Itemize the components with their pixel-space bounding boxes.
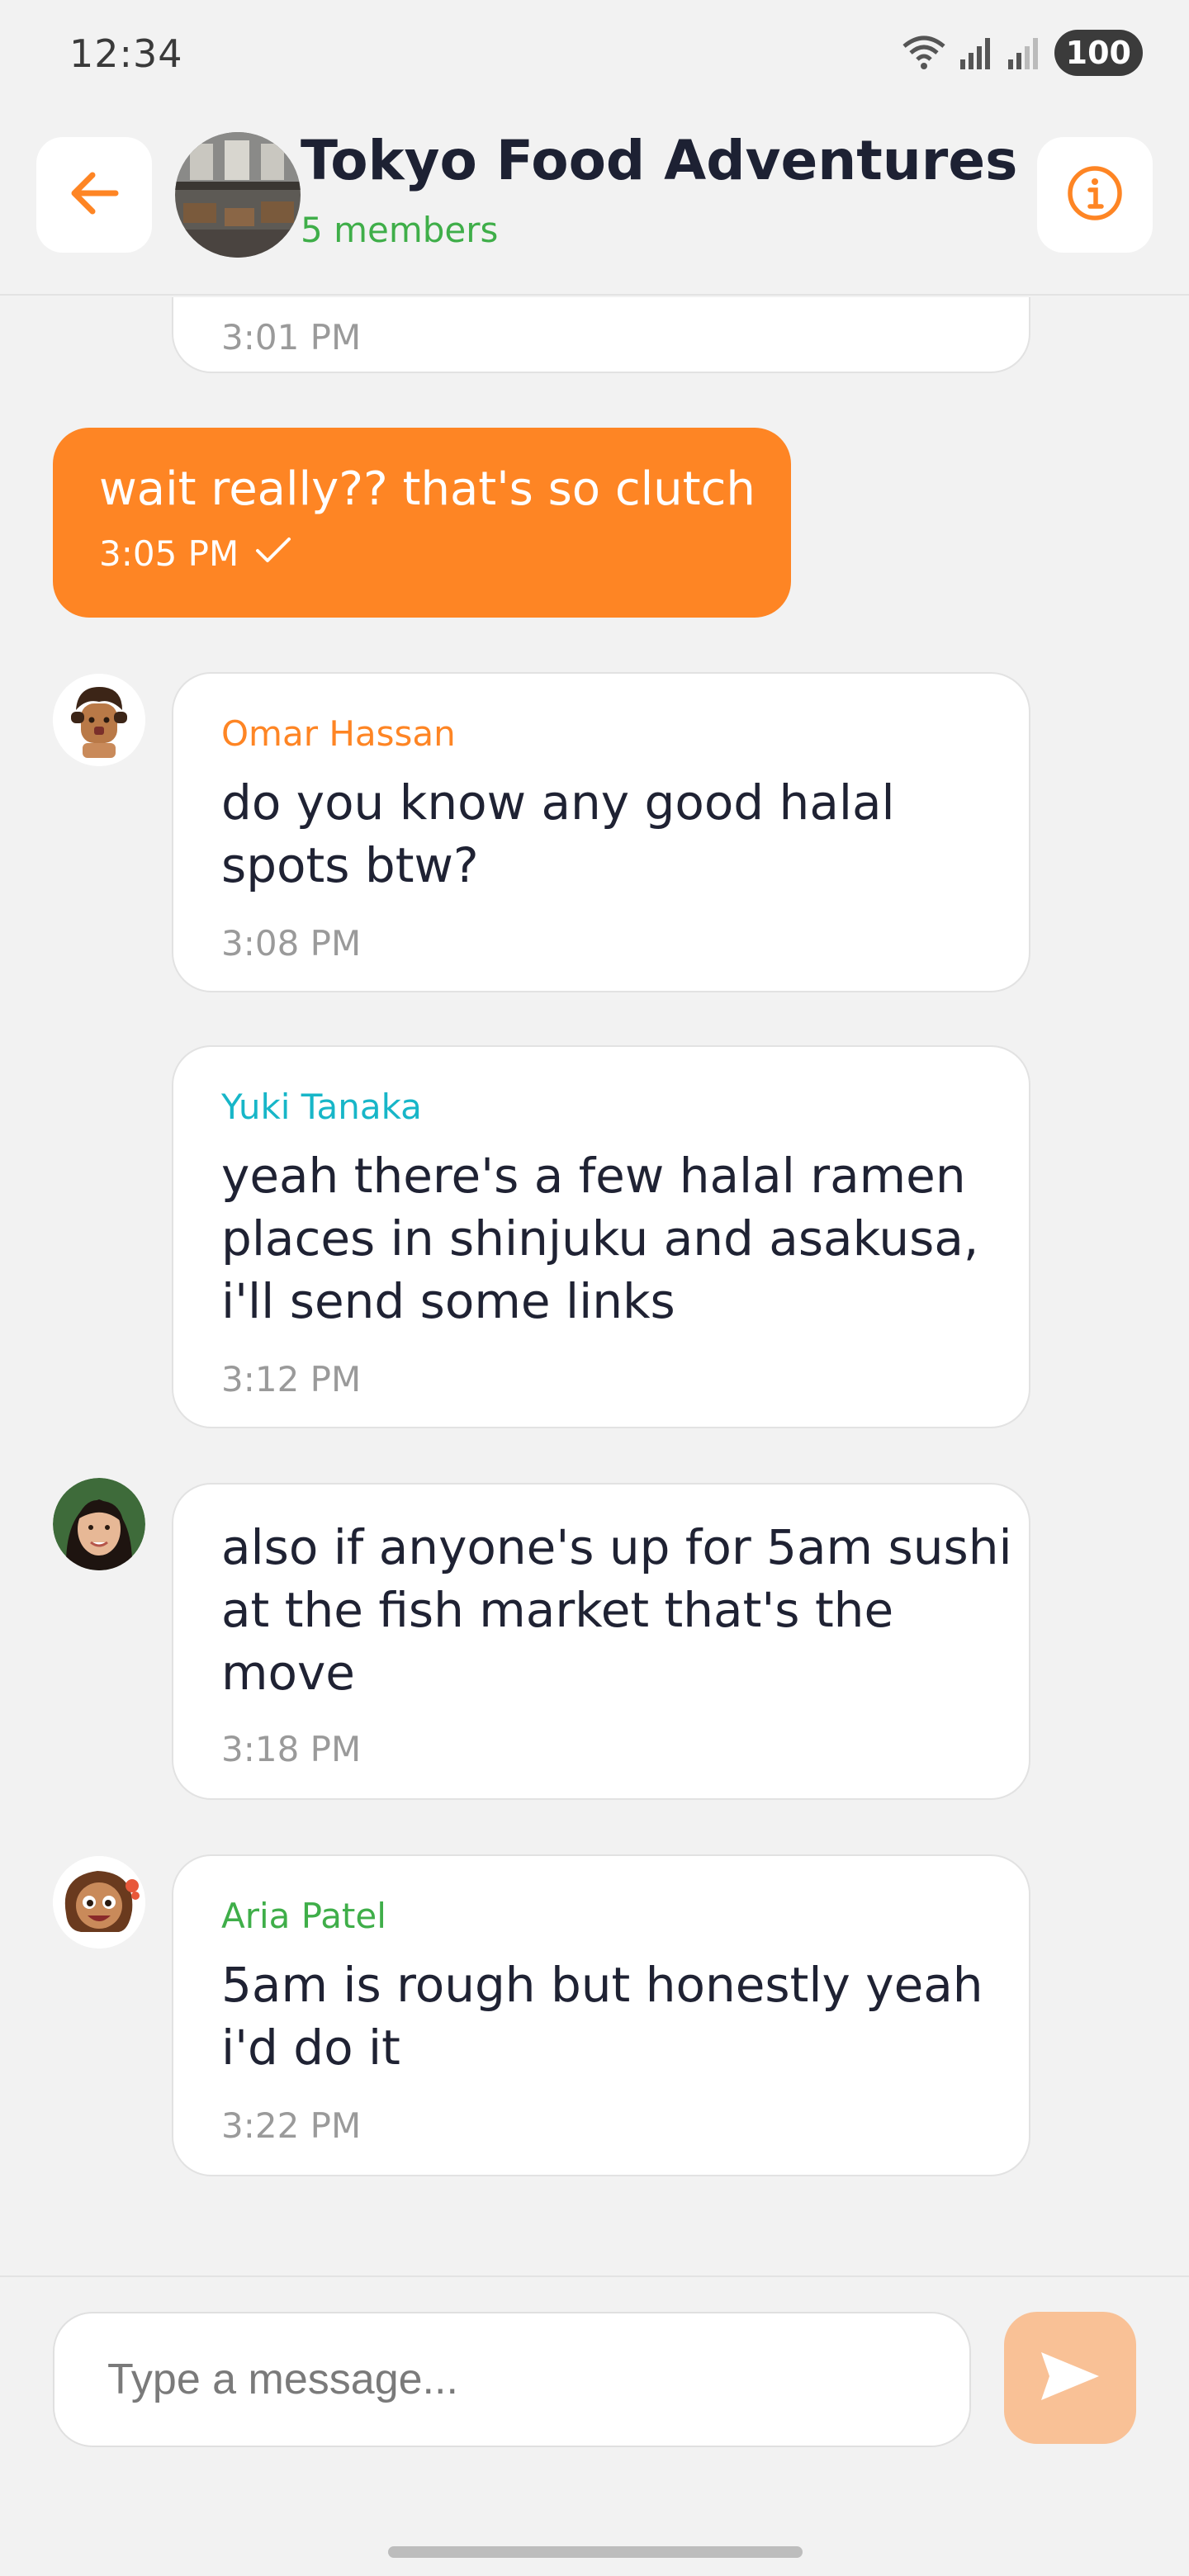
message-time: 3:12 PM [221, 1359, 362, 1399]
sender-name: Omar Hassan [221, 713, 456, 754]
battery-icon: 100 [1054, 30, 1143, 76]
status-time: 12:34 [69, 31, 183, 76]
status-icons: 100 [901, 30, 1143, 76]
info-button[interactable] [1037, 137, 1153, 253]
signal-icon [959, 35, 995, 71]
message-time: 3:08 PM [221, 923, 362, 964]
message-text: 5am is rough but honestly yeah i'd do it [221, 1957, 983, 2076]
message-bubble[interactable]: Yuki Tanaka yeah there's a few halal ram… [172, 1045, 1030, 1428]
message-time: 3:05 PM [99, 533, 239, 574]
message-time: 3:01 PM [221, 317, 362, 358]
composer [0, 2275, 1189, 2576]
avatar-omar-hassan[interactable] [53, 674, 145, 766]
message-input[interactable] [53, 2312, 971, 2447]
status-bar: 12:34 100 [0, 0, 1189, 116]
arrow-left-icon [68, 170, 121, 220]
sender-name: Aria Patel [221, 1896, 386, 1936]
message-text: wait really?? that's so clutch [99, 462, 756, 516]
message-text: also if anyone's up for 5am sushi at the… [221, 1519, 1012, 1701]
check-icon [255, 533, 291, 574]
message-bubble[interactable]: also if anyone's up for 5am sushi at the… [172, 1483, 1030, 1800]
send-icon [1038, 2349, 1102, 2407]
signal-weak-icon [1007, 35, 1043, 71]
group-photo-avatar[interactable] [175, 132, 301, 258]
message-text: do you know any good halal spots btw? [221, 774, 895, 893]
message-list[interactable]: 3:01 PM wait really?? that's so clutch 3… [0, 297, 1189, 2275]
home-indicator[interactable] [388, 2546, 803, 2558]
wifi-icon [901, 35, 947, 71]
members-count[interactable]: 5 members [301, 210, 498, 250]
outgoing-message-bubble[interactable]: wait really?? that's so clutch 3:05 PM [53, 428, 791, 618]
avatar-aria-patel[interactable] [53, 1856, 145, 1949]
message-bubble[interactable]: Aria Patel 5am is rough but honestly yea… [172, 1854, 1030, 2176]
message-time: 3:22 PM [221, 2105, 362, 2146]
chat-header: Tokyo Food Adventures 5 members [0, 116, 1189, 296]
chat-title: Tokyo Food Adventures [301, 129, 1018, 192]
message-bubble[interactable]: Omar Hassan do you know any good halal s… [172, 672, 1030, 992]
sender-name: Yuki Tanaka [221, 1087, 422, 1127]
message-time: 3:18 PM [221, 1729, 362, 1769]
message-meta: 3:05 PM [99, 533, 291, 574]
info-icon [1065, 163, 1125, 226]
avatar-yuki-tanaka[interactable] [53, 1478, 145, 1570]
message-text: yeah there's a few halal ramen places in… [221, 1148, 979, 1329]
message-bubble[interactable]: 3:01 PM [172, 297, 1030, 373]
back-button[interactable] [36, 137, 152, 253]
send-button[interactable] [1004, 2312, 1136, 2444]
